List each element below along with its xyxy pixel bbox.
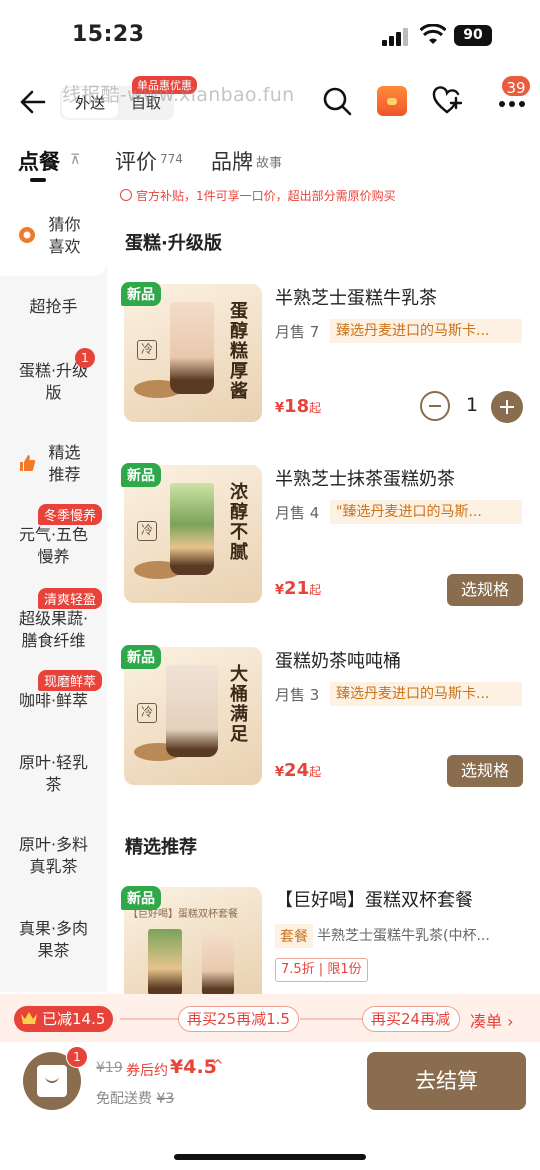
combo-name[interactable]: 【巨好喝】蛋糕双杯套餐 xyxy=(275,886,473,912)
sort-top-icon[interactable]: ⊼ xyxy=(70,152,80,168)
product-sales: 月售 3 xyxy=(275,686,320,704)
back-arrow-icon[interactable] xyxy=(18,88,46,116)
product-desc: 臻选丹麦进口的马斯卡... xyxy=(330,682,522,706)
product-slogan: 浓醇 不腻 xyxy=(230,482,248,563)
app-screen: 15:23 90 外送 自取 单品惠优惠 线报酷-www.xianbao.fun… xyxy=(0,0,540,1170)
cold-tag: 冷 xyxy=(137,340,157,360)
shopping-bag-icon xyxy=(37,1065,67,1097)
tab-review[interactable]: 评价 xyxy=(115,146,157,176)
favorite-add-icon[interactable] xyxy=(432,86,462,116)
drink-cup xyxy=(148,929,182,995)
watermark: 线报酷-www.xianbao.fun xyxy=(62,84,295,106)
check-circle-icon xyxy=(120,189,132,201)
drink-cup xyxy=(170,483,214,575)
product-price: ¥18起 xyxy=(275,396,322,417)
combo-discount-badge: 7.5折 | 限1份 xyxy=(275,958,368,982)
increase-quantity-button[interactable] xyxy=(491,391,523,423)
sidebar-item-light-milk-tea[interactable]: 原叶·轻乳 茶 xyxy=(0,752,107,796)
sidebar-item-featured[interactable]: 精选 推荐 xyxy=(0,442,107,486)
sidebar-tag-brew: 现磨鲜萃 xyxy=(38,670,103,691)
sidebar-item-rich-milk-tea[interactable]: 原叶·多料 真乳茶 xyxy=(0,834,107,878)
after-coupon-price: ¥4.5 xyxy=(170,1056,217,1078)
promo-progress-line xyxy=(300,1018,365,1020)
promo-tier-chip: 再买25再减1.5 xyxy=(178,1006,299,1032)
original-total: ¥19 xyxy=(96,1060,123,1076)
category-sidebar: 猜你 喜欢 超抢手 蛋糕·升级 版 1 精选 推荐 冬季慢养 元气·五色 慢养 … xyxy=(0,192,107,992)
tab-order[interactable]: 点餐 xyxy=(18,146,60,176)
drink-cup xyxy=(166,665,218,757)
new-tag: 新品 xyxy=(121,886,161,910)
new-tag: 新品 xyxy=(121,463,161,487)
sidebar-item-fruit-tea[interactable]: 真果·多肉 果茶 xyxy=(0,918,107,962)
product-name[interactable]: 蛋糕奶茶吨吨桶 xyxy=(275,647,401,673)
drink-cup xyxy=(202,935,234,995)
product-slogan: 大桶 满足 xyxy=(230,664,248,745)
cold-tag: 冷 xyxy=(137,521,157,541)
sidebar-item-hot[interactable]: 超抢手 xyxy=(0,296,107,318)
sidebar-tag-winter: 冬季慢养 xyxy=(38,504,103,525)
after-coupon-label: 券后约 xyxy=(126,1063,168,1079)
search-icon[interactable] xyxy=(322,86,352,116)
wifi-icon xyxy=(420,24,446,44)
red-packet-icon[interactable] xyxy=(377,86,407,116)
product-name[interactable]: 半熟芝士抹茶蛋糕奶茶 xyxy=(275,465,455,491)
promo-progress-line xyxy=(120,1018,180,1020)
sidebar-tag-fresh: 清爽轻盈 xyxy=(38,588,103,609)
drink-cup xyxy=(170,302,214,394)
new-tag: 新品 xyxy=(121,282,161,306)
select-spec-button[interactable]: 选规格 xyxy=(447,755,523,787)
new-tag: 新品 xyxy=(121,645,161,669)
tab-brand[interactable]: 品牌 xyxy=(211,146,253,176)
product-price: ¥21起 xyxy=(275,578,322,599)
cart-count-badge: 1 xyxy=(66,1046,88,1068)
sidebar-item-veggie[interactable]: 超级果蔬· 膳食纤维 xyxy=(0,608,107,652)
section-title-cake: 蛋糕·升级版 xyxy=(125,233,222,254)
sidebar-cake-badge: 1 xyxy=(75,348,95,368)
home-indicator xyxy=(174,1154,366,1160)
product-slogan: 蛋醇 糕厚 酱 xyxy=(230,301,248,402)
delivery-fee: 免配送费 ¥3 xyxy=(96,1091,175,1107)
battery-indicator: 90 xyxy=(454,25,492,46)
cold-tag: 冷 xyxy=(137,703,157,723)
product-sales: 月售 7 xyxy=(275,323,320,341)
thumbs-up-icon xyxy=(20,455,36,471)
product-desc: "臻选丹麦进口的马斯... xyxy=(330,500,522,524)
tab-active-indicator xyxy=(30,178,46,182)
add-on-order-link[interactable]: 凑单 › xyxy=(470,1008,514,1032)
sidebar-item-cake[interactable]: 蛋糕·升级 版 xyxy=(0,360,107,404)
section-title-featured: 精选推荐 xyxy=(125,837,197,858)
chevron-up-icon[interactable]: ^ xyxy=(212,1058,224,1074)
product-sales: 月售 4 xyxy=(275,504,320,522)
product-price: ¥24起 xyxy=(275,760,322,781)
status-time: 15:23 xyxy=(72,22,145,47)
product-name[interactable]: 半熟芝士蛋糕牛乳茶 xyxy=(275,284,437,310)
product-desc: 臻选丹麦进口的马斯卡... xyxy=(330,319,522,343)
crown-icon xyxy=(21,1012,37,1024)
promo-tier-chip: 再买24再减 xyxy=(362,1006,460,1032)
checkout-button[interactable]: 去结算 xyxy=(367,1052,526,1110)
sidebar-item-guess[interactable]: 猜你 喜欢 xyxy=(0,214,107,258)
decrease-quantity-button[interactable] xyxy=(420,391,450,421)
sidebar-item-coffee[interactable]: 咖啡·鲜萃 xyxy=(0,690,107,712)
eye-icon xyxy=(19,227,35,243)
select-spec-button[interactable]: 选规格 xyxy=(447,574,523,606)
quantity-value: 1 xyxy=(465,394,479,416)
tab-brand-sub: 故事 xyxy=(256,156,283,171)
combo-tag: 套餐 xyxy=(275,924,313,948)
message-count-badge: 39 xyxy=(500,74,532,98)
combo-desc: 半熟芝士蛋糕牛乳茶(中杯... xyxy=(317,928,490,944)
tab-review-count: 774 xyxy=(160,152,183,166)
cellular-signal-icon xyxy=(382,28,410,46)
sidebar-item-five-color[interactable]: 元气·五色 慢养 xyxy=(0,524,107,568)
subsidy-notice: 官方补贴，1件可享一口价，超出部分需原价购买 xyxy=(120,187,396,204)
